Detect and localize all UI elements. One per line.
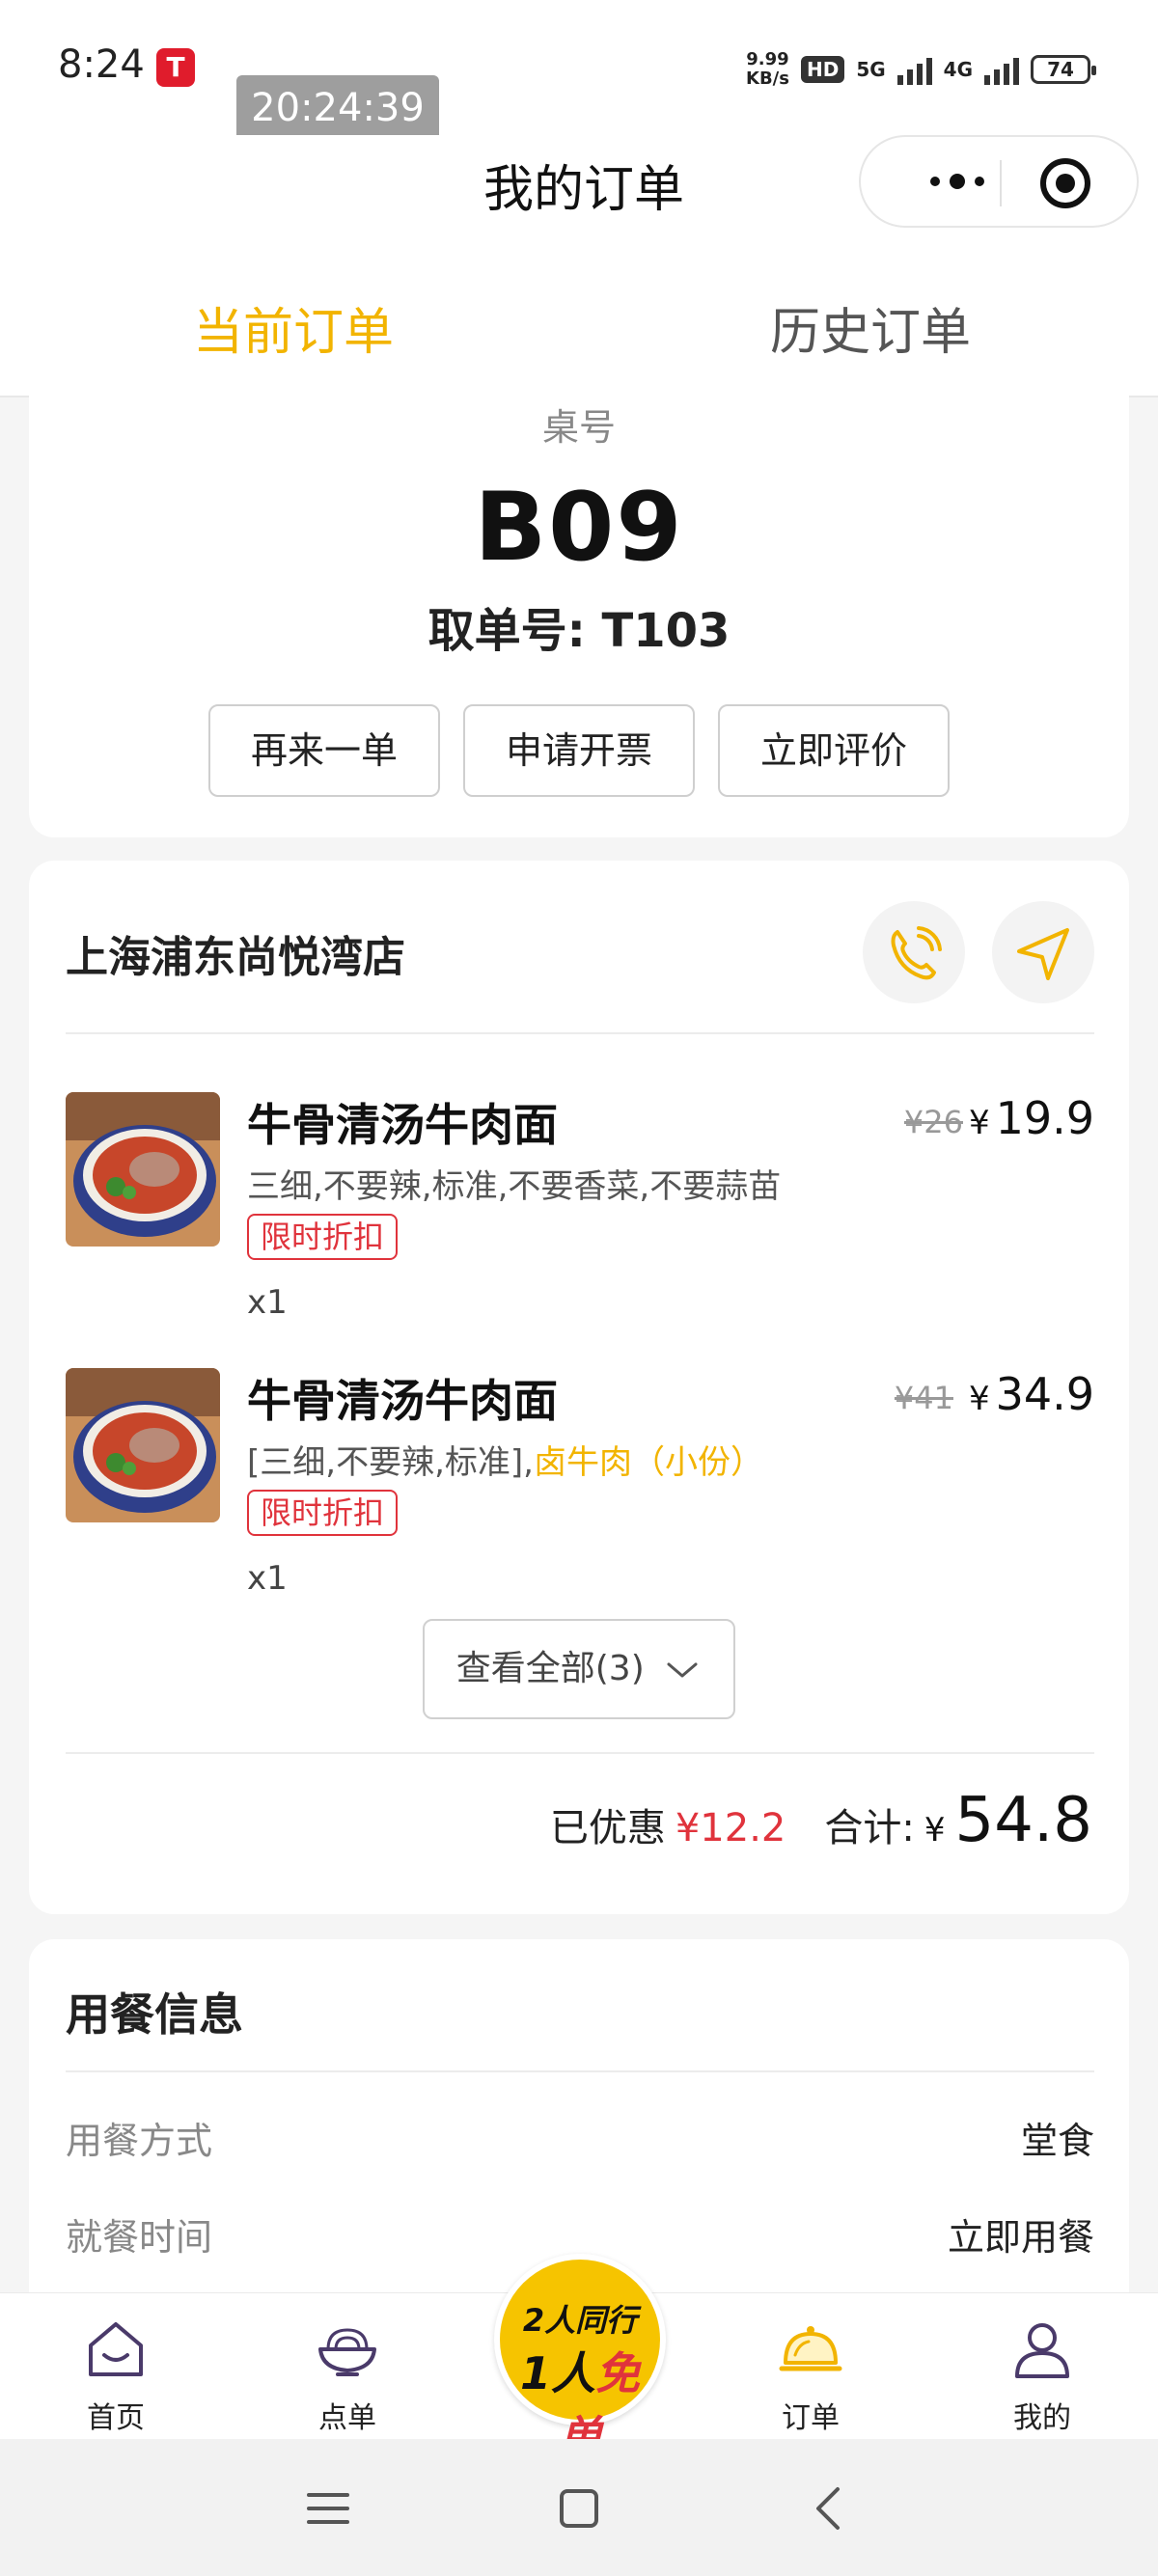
view-all-button[interactable]: 查看全部(3): [423, 1619, 735, 1719]
view-all-label: 查看全部(3): [455, 1649, 645, 1688]
order-item: 牛骨清汤牛肉面 [三细,不要辣,标准],卤牛肉（小份） 限时折扣 x1 ¥41 …: [66, 1368, 1094, 1619]
order-item: 牛骨清汤牛肉面 三细,不要辣,标准,不要香菜,不要蒜苗 限时折扣 x1 ¥26 …: [66, 1092, 1094, 1343]
reorder-button[interactable]: 再来一单: [208, 704, 440, 797]
signal-icon: [896, 54, 932, 85]
item-spec: [三细,不要辣,标准],卤牛肉（小份）: [247, 1436, 763, 1483]
item-spec: 三细,不要辣,标准,不要香菜,不要蒜苗: [247, 1160, 781, 1207]
network-speed: 9.99 KB/s: [746, 50, 789, 89]
divider: [66, 1032, 1094, 1034]
item-quantity: x1: [247, 1559, 288, 1598]
battery-icon: 74: [1031, 55, 1096, 84]
nav-orders[interactable]: 订单: [733, 2293, 888, 2440]
network-speed-unit: KB/s: [746, 69, 789, 89]
invoice-button[interactable]: 申请开票: [463, 704, 695, 797]
navigation-arrow-icon: [1017, 928, 1069, 980]
status-bar: 8:24 T 9.99 KB/s HD 5G 4G 74: [0, 0, 1158, 135]
noodle-bowl-icon: [318, 2328, 376, 2376]
nav-home[interactable]: 首页: [39, 2293, 193, 2440]
total-amount: 54.8: [954, 1785, 1093, 1856]
dining-method-label: 用餐方式: [66, 2120, 213, 2162]
phone-icon: [891, 926, 942, 980]
discount-amount: ¥12.2: [675, 1806, 786, 1850]
network-speed-value: 9.99: [746, 49, 789, 69]
nav-menu[interactable]: 点单: [270, 2293, 425, 2440]
item-price: ¥19.9: [969, 1092, 1094, 1144]
item-spec-addon: 卤牛肉（小份）: [533, 1443, 763, 1482]
menu-icon[interactable]: [299, 2480, 357, 2537]
price-symbol: ¥: [968, 1380, 990, 1418]
more-icon[interactable]: [909, 162, 1006, 201]
network-5g-label: 5G: [856, 58, 886, 81]
review-button[interactable]: 立即评价: [718, 704, 950, 797]
dining-info-title: 用餐信息: [66, 1988, 243, 2041]
table-number-label: 桌号: [541, 406, 616, 449]
navigate-button[interactable]: [992, 901, 1094, 1003]
title-bar: 我的订单: [0, 135, 1158, 260]
tesla-app-icon: T: [156, 48, 195, 87]
item-price: ¥34.9: [969, 1368, 1094, 1420]
divider: [66, 1752, 1094, 1754]
nav-orders-label: 订单: [782, 2401, 840, 2435]
hd-badge: HD: [800, 56, 845, 83]
price-value: 19.9: [995, 1092, 1094, 1144]
limited-discount-tag: 限时折扣: [247, 1490, 399, 1536]
home-icon: [89, 2322, 143, 2376]
order-total: 已优惠 ¥12.2 合计: ¥ 54.8: [550, 1785, 1092, 1856]
nav-menu-label: 点单: [318, 2401, 376, 2435]
promo-line-1: 2人同行: [522, 2302, 638, 2339]
capsule-divider: [1000, 160, 1002, 206]
item-name: 牛骨清汤牛肉面: [247, 1375, 558, 1427]
cloche-icon: [779, 2326, 842, 2371]
original-price: ¥26: [903, 1104, 963, 1140]
home-square-icon[interactable]: [550, 2480, 608, 2537]
nav-mine-label: 我的: [1013, 2401, 1071, 2435]
store-order-card: 上海浦东尚悦湾店 牛骨清汤牛肉面 三细,不要辣,标准,不要香菜,不要蒜苗 限时折…: [29, 861, 1129, 1914]
limited-discount-tag: 限时折扣: [247, 1214, 399, 1260]
back-icon[interactable]: [801, 2480, 859, 2537]
tab-current-orders[interactable]: 当前订单: [193, 291, 394, 364]
pickup-number: 取单号: T103: [427, 604, 731, 658]
item-quantity: x1: [247, 1283, 288, 1322]
mini-program-capsule: [859, 135, 1139, 228]
divider: [66, 2070, 1094, 2072]
beef-noodle-image: [66, 1368, 220, 1522]
dining-method-value: 堂食: [1020, 2120, 1094, 2162]
nav-home-label: 首页: [87, 2401, 145, 2435]
network-4g-label: 4G: [943, 58, 973, 81]
clock-overlay: 20:24:39: [236, 75, 439, 141]
price-value: 34.9: [995, 1368, 1094, 1420]
beef-noodle-image: [66, 1092, 220, 1247]
promo-free-meal-button[interactable]: 2人同行 1人免单: [494, 2254, 666, 2463]
close-mini-program-icon[interactable]: [1040, 158, 1090, 208]
system-navigation-bar: [0, 2439, 1158, 2576]
order-summary-card: 桌号 B09 取单号: T103 再来一单 申请开票 立即评价: [29, 367, 1129, 837]
item-spec-text: 三细,不要辣,标准,不要香菜,不要蒜苗: [247, 1167, 782, 1206]
original-price: ¥41: [894, 1380, 953, 1416]
user-icon: [1015, 2323, 1069, 2378]
dining-time-value: 立即用餐: [947, 2216, 1094, 2259]
chevron-down-icon: [667, 1662, 698, 1678]
store-name: 上海浦东尚悦湾店: [66, 933, 405, 982]
discount-label: 已优惠: [549, 1806, 666, 1850]
tab-history-orders[interactable]: 历史订单: [770, 291, 971, 364]
nav-mine[interactable]: 我的: [965, 2293, 1119, 2440]
dining-time-label: 就餐时间: [66, 2216, 213, 2259]
signal-icon: [984, 54, 1019, 85]
status-time: 8:24: [58, 42, 145, 87]
table-number: B09: [474, 473, 684, 583]
call-store-button[interactable]: [863, 901, 965, 1003]
item-spec-text: [三细,不要辣,标准],: [247, 1443, 534, 1482]
status-indicators: 9.99 KB/s HD 5G 4G 74: [746, 48, 1096, 91]
item-name: 牛骨清汤牛肉面: [247, 1099, 558, 1151]
promo-line-2a: 1人: [519, 2347, 595, 2399]
total-label: 合计:: [824, 1806, 915, 1850]
price-symbol: ¥: [968, 1104, 990, 1142]
total-currency: ¥: [924, 1811, 946, 1850]
